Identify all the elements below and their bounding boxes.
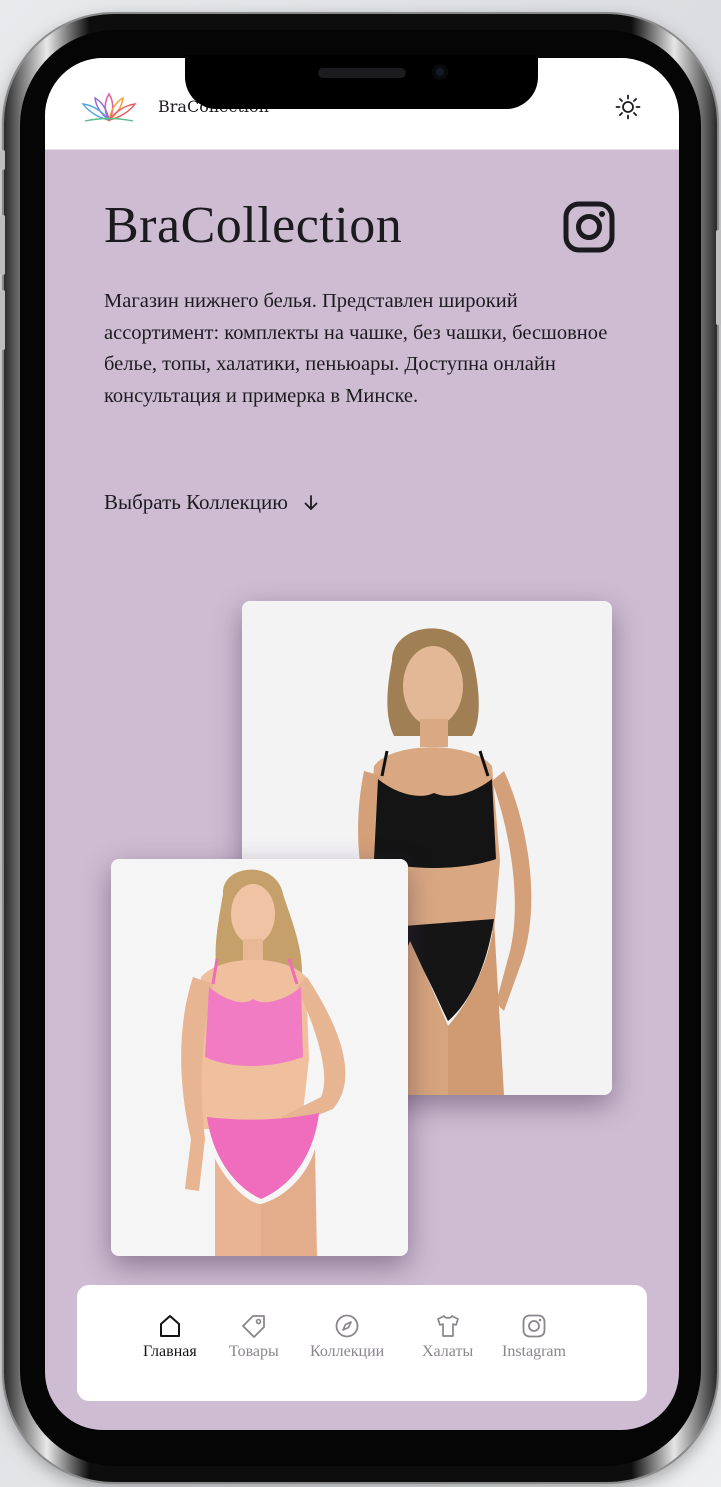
instagram-icon[interactable]: [563, 201, 615, 253]
app-screen: BraCollection BraCollection Магазин нижн…: [45, 58, 679, 1430]
lotus-logo-icon[interactable]: [79, 90, 139, 124]
nav-item-products[interactable]: Товары: [229, 1313, 279, 1361]
sun-icon[interactable]: [615, 94, 641, 120]
arrow-down-icon: [304, 494, 318, 510]
phone-volume-up: [0, 215, 5, 275]
front-camera: [432, 64, 448, 80]
nav-item-collections[interactable]: Коллекции: [310, 1313, 384, 1361]
nav-label-home: Главная: [143, 1343, 197, 1360]
nav-item-robes[interactable]: Халаты: [422, 1313, 473, 1361]
phone-side-button: [0, 150, 5, 170]
nav-item-instagram[interactable]: Instagram: [502, 1313, 566, 1361]
hero-description: Магазин нижнего белья. Представлен широк…: [104, 290, 608, 407]
speaker-grill: [318, 68, 406, 78]
compass-icon: [335, 1314, 359, 1338]
model-pink-set-image: [111, 859, 408, 1256]
nav-label-products: Товары: [229, 1343, 279, 1360]
tag-icon: [241, 1315, 265, 1338]
bottom-navigation: Главная Товары Коллекции Халаты Instagra…: [77, 1285, 647, 1401]
instagram-icon: [522, 1314, 546, 1338]
nav-item-home[interactable]: Главная: [143, 1313, 197, 1361]
nav-label-instagram: Instagram: [502, 1343, 566, 1360]
home-icon: [159, 1315, 180, 1337]
phone-power-button: [716, 230, 721, 325]
nav-label-collections: Коллекции: [310, 1343, 385, 1360]
phone-volume-down: [0, 290, 5, 350]
nav-label-robes: Халаты: [422, 1343, 474, 1360]
choose-collection-link[interactable]: Выбрать Коллекцию: [104, 490, 320, 515]
hero-title: BraCollection: [104, 197, 403, 254]
product-photo-pink-set[interactable]: [111, 859, 408, 1256]
phone-notch: [185, 55, 538, 109]
shirt-icon: [436, 1315, 459, 1337]
choose-collection-label: Выбрать Коллекцию: [104, 490, 288, 514]
